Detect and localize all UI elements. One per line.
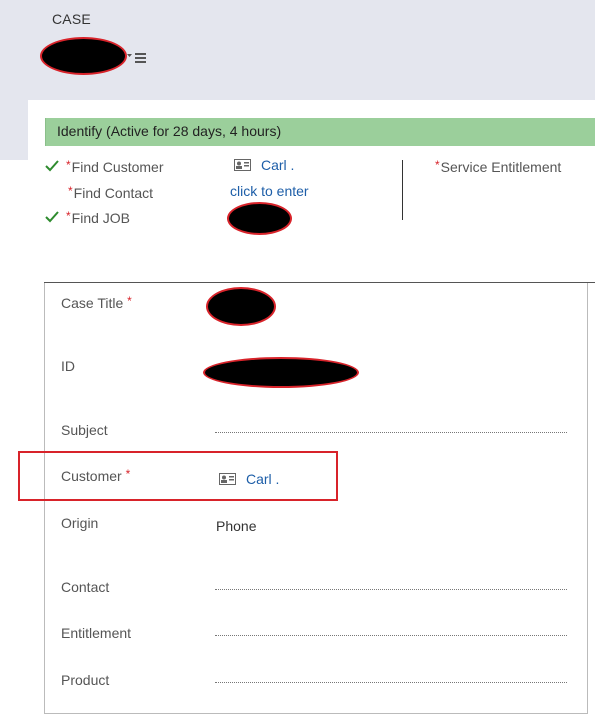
contact-input[interactable]: [215, 589, 567, 590]
case-title-redacted: [206, 287, 276, 326]
case-title-label: Case Title *: [61, 294, 132, 311]
subject-input[interactable]: [215, 432, 567, 433]
step-find-job: *Find JOB: [66, 209, 131, 226]
entitlement-label: Entitlement: [61, 625, 132, 641]
list-menu-icon[interactable]: [127, 51, 147, 65]
step-service-entitlement: *Service Entitlement: [435, 158, 562, 175]
origin-label: Origin: [61, 515, 99, 531]
step-contact-input[interactable]: click to enter: [230, 183, 309, 199]
origin-value[interactable]: Phone: [216, 518, 256, 534]
step-find-contact: *Find Contact: [68, 184, 154, 201]
stage-label: Identify (Active for 28 days, 4 hours): [57, 123, 282, 139]
contact-card-icon: [234, 159, 251, 171]
product-input[interactable]: [215, 682, 567, 683]
entity-type-label: CASE: [52, 11, 91, 27]
contact-label: Contact: [61, 579, 110, 595]
job-value-redacted: [227, 202, 292, 235]
subject-label: Subject: [61, 422, 108, 438]
step-find-customer: *Find Customer: [66, 158, 164, 175]
check-icon: [45, 211, 59, 223]
stage-column-divider: [402, 160, 403, 220]
id-redacted: [203, 357, 359, 388]
check-icon: [45, 160, 59, 172]
step-customer-value[interactable]: Carl .: [234, 157, 294, 173]
record-name-redacted: [40, 37, 127, 75]
process-stage-bar[interactable]: Identify (Active for 28 days, 4 hours): [45, 118, 595, 146]
entitlement-input[interactable]: [215, 635, 567, 636]
product-label: Product: [61, 672, 110, 688]
customer-highlight-box: [18, 451, 338, 501]
id-label: ID: [61, 358, 75, 374]
